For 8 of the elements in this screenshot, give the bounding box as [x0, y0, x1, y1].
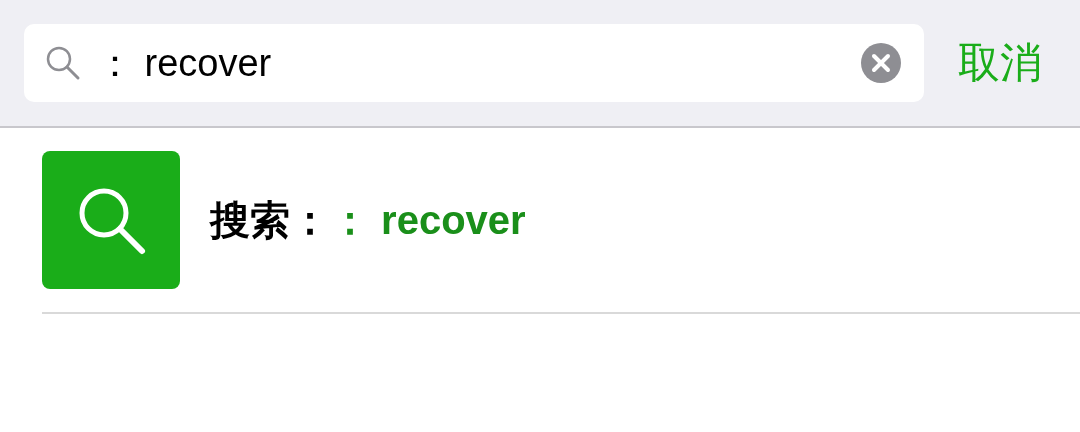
- result-query: ： recover: [330, 196, 526, 244]
- search-result-item[interactable]: 搜索：： recover: [42, 128, 1080, 314]
- search-text: ： recover: [96, 40, 273, 86]
- search-icon: [42, 151, 180, 289]
- clear-icon[interactable]: [860, 42, 902, 84]
- search-field[interactable]: ： recover: [24, 24, 924, 102]
- result-label: 搜索：: [210, 196, 330, 244]
- search-icon: [44, 44, 82, 82]
